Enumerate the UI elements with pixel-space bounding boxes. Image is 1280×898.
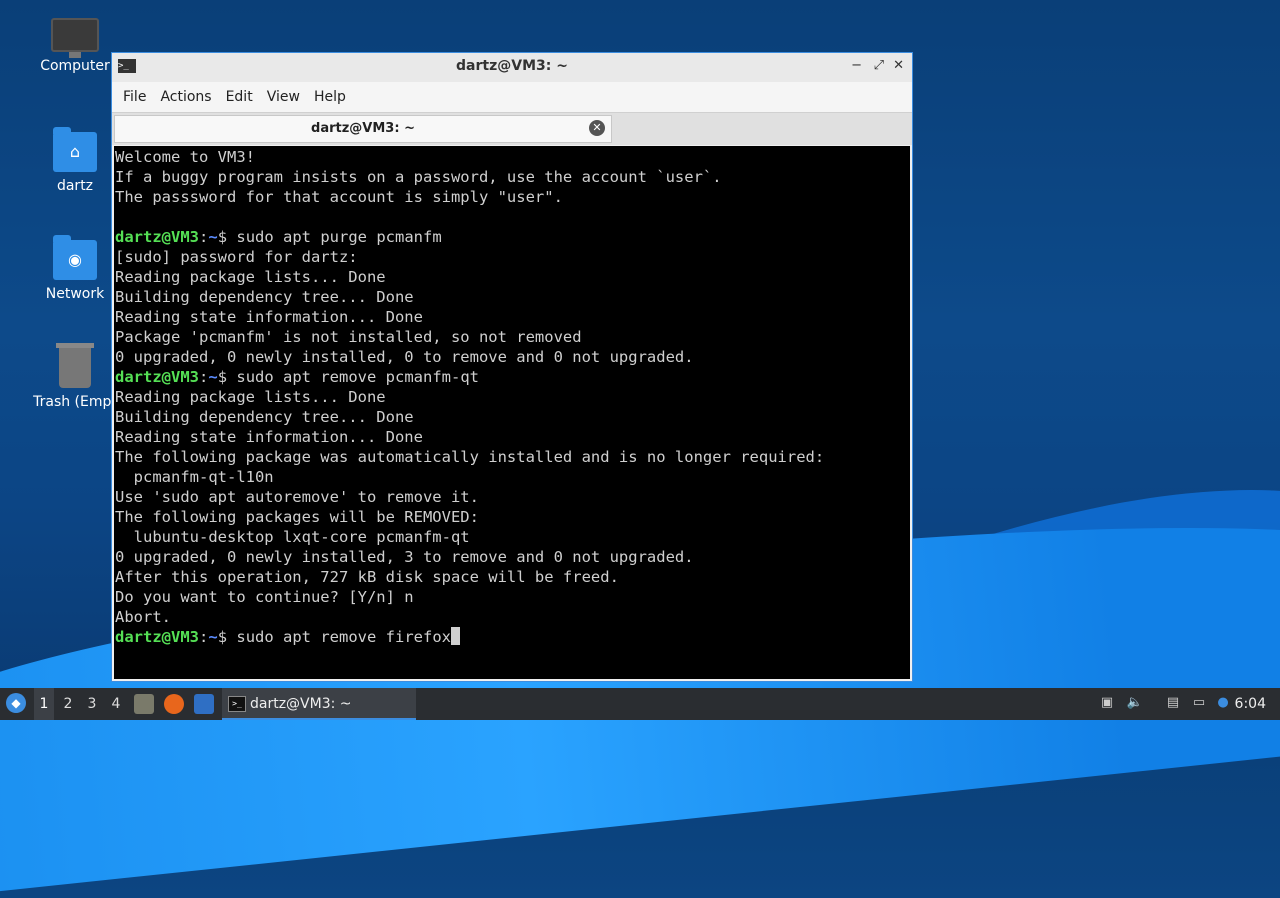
terminal-line: The following package was automatically … (115, 448, 825, 466)
computer-icon (51, 18, 99, 58)
terminal-line: Use 'sudo apt autoremove' to remove it. (115, 488, 479, 506)
prompt-user: dartz@VM3 (115, 368, 199, 386)
desktop-icon-label: dartz (56, 178, 94, 194)
prompt-user: dartz@VM3 (115, 628, 199, 646)
taskbar-window-button[interactable]: >_ dartz@VM3: ~ (222, 688, 416, 720)
terminal-line: Building dependency tree... Done (115, 408, 414, 426)
prompt-symbol: $ (217, 628, 237, 646)
terminal-output[interactable]: Welcome to VM3! If a buggy program insist… (114, 146, 910, 679)
taskbar-window-label: dartz@VM3: ~ (250, 696, 352, 712)
command-text: sudo apt remove firefox (236, 628, 451, 646)
terminal-line: [sudo] password for dartz: (115, 248, 358, 266)
tab-close-icon[interactable]: ✕ (589, 120, 605, 136)
terminal-line: dartz@VM3:~$ sudo apt remove pcmanfm-qt (114, 367, 910, 387)
terminal-line: dartz@VM3:~$ sudo apt purge pcmanfm (114, 227, 910, 247)
terminal-line: If a buggy program insists on a password… (115, 168, 722, 186)
workspace-4[interactable]: 4 (106, 688, 126, 720)
network-folder-icon: ◉ (53, 235, 97, 280)
terminal-line: Building dependency tree... Done (115, 288, 414, 306)
update-tray-icon[interactable]: ▣ (1098, 694, 1116, 712)
menu-actions[interactable]: Actions (153, 89, 218, 105)
menu-view[interactable]: View (260, 89, 307, 105)
terminal-line: The following packages will be REMOVED: (115, 508, 479, 526)
volume-icon[interactable]: 🔈 (1126, 694, 1144, 712)
clock[interactable]: 6:04 (1235, 688, 1266, 720)
desktop-icon-computer[interactable]: Computer (27, 18, 123, 74)
menu-bar: File Actions Edit View Help (112, 82, 912, 112)
terminal-line: 0 upgraded, 0 newly installed, 0 to remo… (115, 348, 694, 366)
prompt-user: dartz@VM3 (115, 228, 199, 246)
prompt-separator: : (199, 368, 209, 386)
terminal-line: The passsword for that account is simply… (115, 188, 563, 206)
notification-icon[interactable]: ● (1214, 694, 1232, 712)
desktop-icon-label: Network (45, 286, 105, 302)
terminal-line: After this operation, 727 kB disk space … (115, 568, 619, 586)
minimize-button[interactable]: − (851, 58, 862, 73)
window-titlebar[interactable]: >_ dartz@VM3: ~ − ⤢ ✕ (112, 53, 912, 82)
taskbar: ◆ 1 2 3 4 >_ dartz@VM3: ~ ▣ 🔈 ▤ ▭ ● 6:04 (0, 688, 1280, 720)
terminal-line: Reading state information... Done (115, 428, 423, 446)
firefox-launcher-icon[interactable] (164, 694, 184, 714)
terminal-line: Reading package lists... Done (115, 268, 386, 286)
terminal-line: Do you want to continue? [Y/n] n (115, 588, 414, 606)
clipboard-icon[interactable]: ▤ (1164, 694, 1182, 712)
text-cursor (451, 627, 460, 645)
terminal-window: >_ dartz@VM3: ~ − ⤢ ✕ File Actions Edit … (111, 52, 913, 682)
prompt-symbol: $ (217, 368, 237, 386)
trash-icon (56, 343, 94, 388)
prompt-path: ~ (208, 628, 218, 646)
desktop-icon-network[interactable]: ◉ Network (27, 235, 123, 302)
terminal-line: Reading package lists... Done (115, 388, 386, 406)
prompt-path: ~ (208, 228, 218, 246)
command-text: sudo apt purge pcmanfm (236, 228, 442, 246)
terminal-tab[interactable]: dartz@VM3: ~ ✕ (114, 115, 612, 143)
desktop-icon-trash[interactable]: Trash (Empt (27, 343, 123, 410)
workspace-1[interactable]: 1 (34, 688, 54, 720)
tab-bar: dartz@VM3: ~ ✕ (112, 112, 912, 145)
close-button[interactable]: ✕ (893, 58, 904, 73)
menu-file[interactable]: File (116, 89, 153, 105)
terminal-line: lubuntu-desktop lxqt-core pcmanfm-qt (115, 528, 470, 546)
menu-help[interactable]: Help (307, 89, 353, 105)
network-tray-icon[interactable]: ▭ (1190, 694, 1208, 712)
prompt-path: ~ (208, 368, 218, 386)
desktop-icon-label: Computer (40, 58, 110, 74)
prompt-symbol: $ (217, 228, 237, 246)
terminal-line: dartz@VM3:~$ sudo apt remove firefox (114, 627, 910, 647)
terminal-line: Package 'pcmanfm' is not installed, so n… (115, 328, 582, 346)
window-title: dartz@VM3: ~ (456, 58, 568, 74)
command-text: sudo apt remove pcmanfm-qt (236, 368, 479, 386)
prompt-separator: : (199, 628, 209, 646)
terminal-task-icon: >_ (228, 696, 246, 712)
prompt-separator: : (199, 228, 209, 246)
maximize-button[interactable]: ⤢ (874, 58, 884, 73)
terminal-line: 0 upgraded, 0 newly installed, 3 to remo… (115, 548, 694, 566)
desktop-icon-label: Trash (Empt (33, 394, 117, 410)
file-manager-launcher-icon[interactable] (134, 694, 154, 714)
desktop-icon-home[interactable]: ⌂ dartz (27, 127, 123, 194)
workspace-3[interactable]: 3 (82, 688, 102, 720)
start-menu-icon[interactable]: ◆ (6, 693, 26, 713)
terminal-line: pcmanfm-qt-l10n (115, 468, 274, 486)
tab-label: dartz@VM3: ~ (311, 121, 415, 136)
show-desktop-icon[interactable] (194, 694, 214, 714)
workspace-2[interactable]: 2 (58, 688, 78, 720)
home-folder-icon: ⌂ (53, 127, 97, 172)
terminal-line: Welcome to VM3! (115, 148, 255, 166)
terminal-line: Reading state information... Done (115, 308, 423, 326)
menu-edit[interactable]: Edit (219, 89, 260, 105)
terminal-line: Abort. (115, 608, 171, 626)
